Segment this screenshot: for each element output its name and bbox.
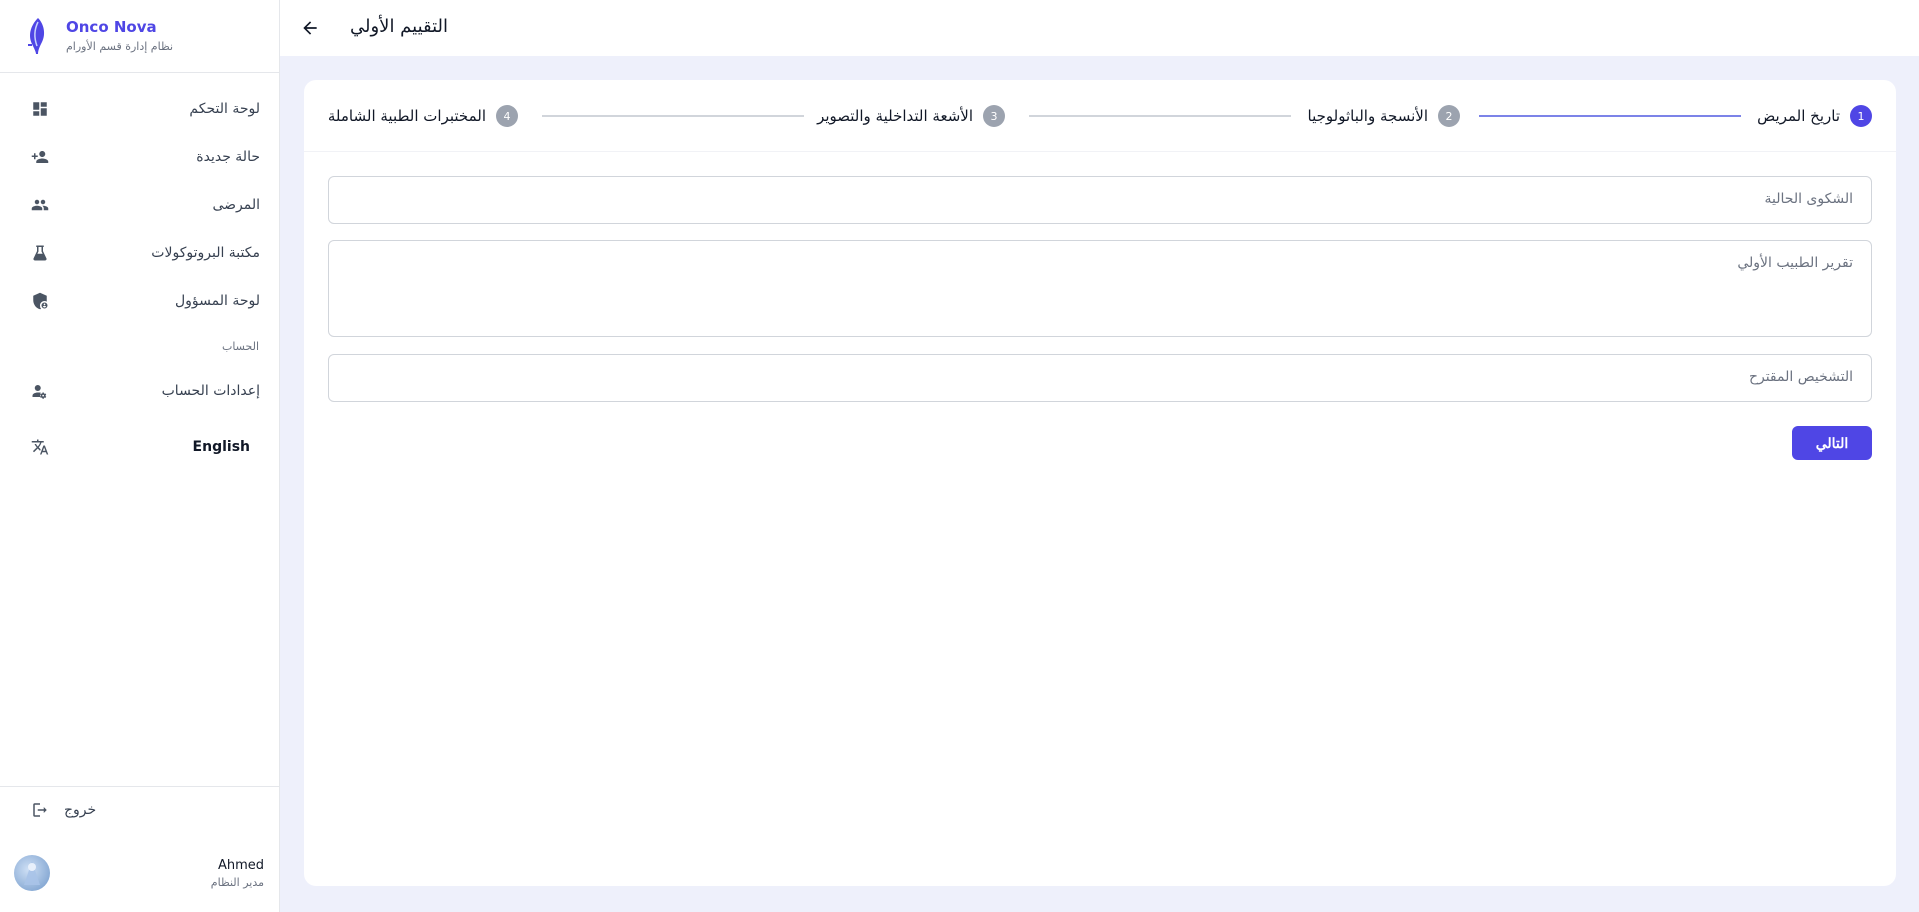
language-toggle[interactable]: English <box>30 429 260 465</box>
step-label: الأنسجة والباثولوجيا <box>1307 107 1428 125</box>
field-placeholder: الشكوى الحالية <box>1764 191 1853 207</box>
step-number: 1 <box>1850 105 1872 127</box>
people-icon <box>30 195 50 215</box>
sidebar-item-account-settings[interactable]: إعدادات الحساب <box>30 373 260 409</box>
assessment-card: تاريخ المريض 1 الأنسجة والباثولوجيا 2 ال… <box>304 80 1896 886</box>
logout-icon <box>30 800 50 820</box>
step-connector <box>542 115 804 117</box>
sidebar-item-label: لوحة المسؤول <box>174 293 260 309</box>
sidebar-item-dashboard[interactable]: لوحة التحكم <box>30 91 260 127</box>
sidebar-item-new-case[interactable]: حالة جديدة <box>30 139 260 175</box>
user-gear-icon <box>30 381 50 401</box>
step-patient-history[interactable]: تاريخ المريض 1 <box>1757 105 1872 127</box>
brand[interactable]: Onco Nova نظام إدارة قسم الأورام <box>24 16 173 56</box>
current-complaint-input[interactable]: الشكوى الحالية <box>328 176 1872 224</box>
arrow-left-icon <box>303 21 317 35</box>
avatar-image-icon <box>24 861 40 885</box>
field-placeholder: التشخيص المقترح <box>1748 369 1853 385</box>
sidebar-item-label: إعدادات الحساب <box>161 383 260 399</box>
sidebar-item-label: المرضى <box>212 197 260 213</box>
sidebar: Onco Nova نظام إدارة قسم الأورام لوحة ال… <box>0 0 280 912</box>
sidebar-item-admin[interactable]: لوحة المسؤول <box>30 283 260 319</box>
sidebar-item-label: مكتبة البروتوكولات <box>151 245 260 261</box>
step-label: المختبرات الطبية الشاملة <box>327 107 486 125</box>
proposed-diagnosis-input[interactable]: التشخيص المقترح <box>328 354 1872 402</box>
admin-shield-icon <box>30 291 50 311</box>
step-connector <box>1479 115 1741 117</box>
flask-icon <box>30 243 50 263</box>
sidebar-divider <box>0 786 280 787</box>
user-profile[interactable]: Ahmed مدير النظام <box>14 852 264 894</box>
step-number: 4 <box>496 105 518 127</box>
brand-name: Onco Nova <box>66 18 157 36</box>
sidebar-divider <box>0 72 280 73</box>
step-labs[interactable]: المختبرات الطبية الشاملة 4 <box>328 105 518 127</box>
back-button[interactable] <box>296 14 324 42</box>
top-bar: التقييم الأولي <box>280 0 1919 56</box>
logout-label: خروج <box>64 802 97 818</box>
sidebar-item-label: لوحة التحكم <box>189 101 260 117</box>
user-role: مدير النظام <box>210 875 264 889</box>
brand-logo-icon <box>28 18 45 54</box>
language-label: English <box>192 439 250 455</box>
page-title: التقييم الأولي <box>350 16 449 37</box>
field-placeholder: تقرير الطبيب الأولي <box>1737 255 1853 271</box>
brand-subtitle: نظام إدارة قسم الأورام <box>66 40 174 53</box>
sidebar-item-label: حالة جديدة <box>196 149 260 165</box>
initial-report-textarea[interactable]: تقرير الطبيب الأولي <box>328 240 1872 337</box>
translate-icon <box>30 437 50 457</box>
stepper: تاريخ المريض 1 الأنسجة والباثولوجيا 2 ال… <box>304 80 1896 152</box>
sidebar-item-patients[interactable]: المرضى <box>30 187 260 223</box>
next-button[interactable]: التالي <box>1792 426 1872 460</box>
logout-button[interactable]: خروج <box>30 800 96 820</box>
step-label: الأشعة التداخلية والتصوير <box>817 107 973 125</box>
person-add-icon <box>30 147 50 167</box>
step-pathology[interactable]: الأنسجة والباثولوجيا 2 <box>1308 105 1460 127</box>
avatar <box>14 855 50 891</box>
sidebar-item-protocols[interactable]: مكتبة البروتوكولات <box>30 235 260 271</box>
section-label-account: الحساب <box>221 340 259 353</box>
step-imaging[interactable]: الأشعة التداخلية والتصوير 3 <box>817 105 1005 127</box>
step-label: تاريخ المريض <box>1757 107 1840 125</box>
user-name: Ahmed <box>217 857 264 873</box>
step-number: 2 <box>1438 105 1460 127</box>
step-connector <box>1029 115 1291 117</box>
dashboard-icon <box>30 99 50 119</box>
step-number: 3 <box>983 105 1005 127</box>
